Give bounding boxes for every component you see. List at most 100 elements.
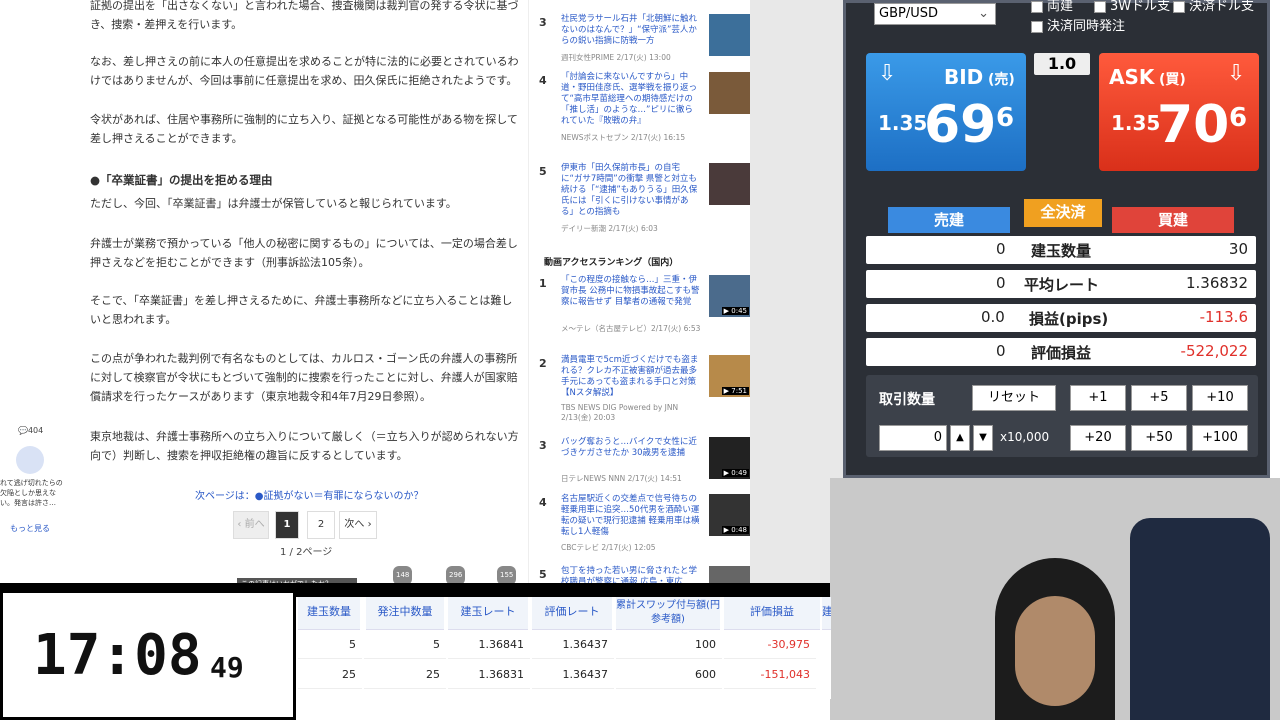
ask-main: 70 bbox=[1157, 95, 1230, 155]
ask-button[interactable]: ASK (買) ⇩ 1.35 70 6 bbox=[1099, 53, 1259, 171]
stat-left: 0 bbox=[996, 342, 1006, 360]
rank-number: 4 bbox=[539, 496, 547, 509]
thumbnail bbox=[709, 72, 750, 114]
plus-50-button[interactable]: +50 bbox=[1131, 425, 1187, 451]
bid-side: (売) bbox=[988, 72, 1015, 88]
rank-title[interactable]: 「討論会に来ないんですから」中道・野田佳彦氏、選挙戦を振り返って“高市早苗総理へ… bbox=[561, 72, 701, 127]
rank-number: 1 bbox=[539, 277, 547, 290]
video-thumbnail[interactable]: ▶ 7:51 bbox=[709, 355, 750, 397]
paragraph: 証拠の提出を「出さなくない」と言われた場合、捜査機関は裁判官の発する令状に基づき… bbox=[90, 0, 519, 31]
rank-title[interactable]: 名古屋駅近くの交差点で信号待ちの軽乗用車に追突…50代男を酒酔い運転の疑いで現行… bbox=[561, 494, 701, 538]
rank-title[interactable]: 「この程度の接触なら…」三重・伊賀市長 公務中に物損事故起こすも警察に報告せず … bbox=[561, 275, 701, 308]
rank-number: 4 bbox=[539, 74, 547, 87]
tab-sell-open[interactable]: 売建 bbox=[888, 207, 1010, 233]
clock-hm: 17:08 bbox=[33, 623, 202, 688]
rank-source: デイリー新潮 2/17(火) 6:03 bbox=[561, 224, 658, 233]
ranking-item[interactable]: 4 「討論会に来ないんですから」中道・野田佳彦氏、選挙戦を振り返って“高市早苗総… bbox=[539, 72, 750, 156]
next-page-link[interactable]: 次ページは：●証拠がない＝有罪にならないのか？ bbox=[195, 487, 424, 506]
table-cell: 25 bbox=[298, 661, 362, 689]
spread-value: 1.0 bbox=[1034, 53, 1090, 75]
rank-title[interactable]: 伊東市「田久保前市長」の自宅に“ガサ7時間”の衝撃 県警と対立も続ける「“逮捕”… bbox=[561, 163, 701, 218]
paragraph: ただし、今回、「卒業証書」は弁護士が保管していると報じられています。 bbox=[90, 197, 457, 210]
rank-source: 週刊女性PRIME 2/17(火) 13:00 bbox=[561, 53, 671, 62]
paragraph: なお、差し押さえの前に本人の任意提出を求めることが特に法的に必要とされているわけ… bbox=[90, 55, 519, 87]
close-all-button[interactable]: 全決済 bbox=[1024, 199, 1102, 227]
plus-10-button[interactable]: +10 bbox=[1192, 385, 1248, 411]
prev-button[interactable]: ‹ 前へ bbox=[233, 511, 269, 539]
page-2-button[interactable]: 2 bbox=[307, 511, 335, 539]
checkbox-label: 3Wドル支 bbox=[1110, 0, 1171, 14]
arrow-down-icon: ⇩ bbox=[878, 61, 897, 86]
currency-select[interactable]: GBP/USD ⌄ bbox=[874, 3, 996, 25]
video-ranking-item[interactable]: 1 「この程度の接触なら…」三重・伊賀市長 公務中に物損事故起こすも警察に報告せ… bbox=[539, 275, 750, 345]
plus-20-button[interactable]: +20 bbox=[1070, 425, 1126, 451]
stat-row-pnl: 0 評価損益 -522,022 bbox=[866, 338, 1256, 366]
reset-button[interactable]: リセット bbox=[972, 385, 1056, 411]
table-cell: 1.36437 bbox=[532, 661, 614, 689]
stat-left: 0 bbox=[996, 240, 1006, 258]
ranking-item[interactable]: 5 伊東市「田久保前市長」の自宅に“ガサ7時間”の衝撃 県警と対立も続ける「“逮… bbox=[539, 163, 750, 235]
stat-right: 1.36832 bbox=[1185, 274, 1248, 292]
col-header: 建玉数量 bbox=[298, 597, 360, 630]
trading-panel: GBP/USD ⌄ 両建 3Wドル支 決済ドル支 決済同時発注 ⇩ BID (売)… bbox=[843, 0, 1270, 478]
table-cell: 1.36831 bbox=[448, 661, 530, 689]
currency-value: GBP/USD bbox=[879, 6, 938, 21]
checkbox-label: 決済ドル支 bbox=[1189, 0, 1255, 14]
rank-source: メ～テレ（名古屋テレビ）2/17(火) 6:53 bbox=[561, 324, 701, 333]
stat-row-pips: 0.0 損益(pips) -113.6 bbox=[866, 304, 1256, 332]
qty-input[interactable]: 0 bbox=[879, 425, 947, 451]
rank-source: TBS NEWS DIG Powered by JNN 2/13(金) 20:0… bbox=[561, 403, 679, 422]
stat-row-position-qty: 0 建玉数量 30 bbox=[866, 236, 1256, 264]
paragraph: そこで、「卒業証書」を差し押さえるために、弁護士事務所などに立ち入ることは難しい… bbox=[90, 294, 513, 326]
increment-icon[interactable]: ▲ bbox=[950, 425, 970, 451]
more-link[interactable]: もっと見る bbox=[10, 523, 50, 534]
tab-buy-open[interactable]: 買建 bbox=[1112, 207, 1234, 233]
decrement-icon[interactable]: ▼ bbox=[973, 425, 993, 451]
checkbox-3w[interactable]: 3Wドル支 bbox=[1094, 0, 1170, 14]
video-thumbnail[interactable]: ▶ 0:48 bbox=[709, 494, 750, 536]
rank-title[interactable]: バッグ奪おうと…バイクで女性に近づきケガさせたか 30歳男を逮捕 bbox=[561, 437, 701, 459]
checkbox-label: 決済同時発注 bbox=[1047, 19, 1126, 34]
checkbox-hedge[interactable]: 両建 bbox=[1031, 0, 1073, 14]
duration: ▶ 7:51 bbox=[721, 387, 749, 395]
comment-count-value: 404 bbox=[27, 426, 44, 435]
paragraph: 東京地裁は、弁護士事務所への立ち入りについて厳しく（＝立ち入りが認められない方向… bbox=[90, 430, 519, 462]
avatar bbox=[16, 446, 44, 474]
table-cell: 1.36841 bbox=[448, 631, 530, 659]
stat-right: -522,022 bbox=[1180, 342, 1248, 360]
rank-title[interactable]: 満員電車で5cm近づくだけでも盗まれる？クレカ不正被害額が過去最多 手元にあって… bbox=[561, 355, 701, 399]
checkbox-settle-ccy[interactable]: 決済ドル支 bbox=[1173, 0, 1254, 14]
ask-label: ASK bbox=[1109, 65, 1155, 89]
ask-sup: 6 bbox=[1229, 103, 1248, 133]
plus-1-button[interactable]: +1 bbox=[1070, 385, 1126, 411]
page-1-button[interactable]: 1 bbox=[275, 511, 299, 539]
video-ranking-item[interactable]: 3 バッグ奪おうと…バイクで女性に近づきケガさせたか 30歳男を逮捕 日テレNE… bbox=[539, 437, 750, 487]
stat-label: 損益(pips) bbox=[1029, 310, 1109, 328]
face-shape bbox=[1015, 596, 1095, 706]
stat-label: 評価損益 bbox=[1031, 344, 1092, 362]
thumbnail bbox=[709, 163, 750, 205]
col-header: 建 bbox=[822, 597, 831, 630]
clock-overlay: 17:08 49 bbox=[0, 590, 296, 720]
thumbnail bbox=[709, 14, 750, 56]
bid-prefix: 1.35 bbox=[878, 111, 928, 135]
video-thumbnail[interactable]: ▶ 0:45 bbox=[709, 275, 750, 317]
comment-count[interactable]: 💬404 bbox=[18, 426, 43, 435]
table-cell: -151,043 bbox=[724, 661, 816, 689]
video-ranking-item[interactable]: 2 満員電車で5cm近づくだけでも盗まれる？クレカ不正被害額が過去最多 手元にあ… bbox=[539, 355, 750, 425]
stat-label: 建玉数量 bbox=[1031, 242, 1092, 260]
plus-5-button[interactable]: +5 bbox=[1131, 385, 1187, 411]
stat-label: 平均レート bbox=[1024, 276, 1100, 294]
plus-100-button[interactable]: +100 bbox=[1192, 425, 1248, 451]
video-ranking-item[interactable]: 4 名古屋駅近くの交差点で信号待ちの軽乗用車に追突…50代男を酒酔い運転の疑いで… bbox=[539, 494, 750, 556]
ranking-item[interactable]: 3 社民党ラサール石井「北朝鮮に触れないのはなんで？」“保守派”芸人からの鋭い指… bbox=[539, 14, 750, 66]
bid-button[interactable]: ⇩ BID (売) 1.35 69 6 bbox=[866, 53, 1026, 171]
next-button[interactable]: 次へ › bbox=[339, 511, 377, 539]
col-header: 評価レート bbox=[532, 597, 612, 630]
col-header: 発注中数量 bbox=[366, 597, 444, 630]
checkbox-simul-order[interactable]: 決済同時発注 bbox=[1031, 15, 1125, 34]
paragraph: 弁護士が業務で預かっている「他人の秘密に関するもの」については、一定の場合差し押… bbox=[90, 237, 518, 269]
video-thumbnail[interactable]: ▶ 0:49 bbox=[709, 437, 750, 479]
rank-title[interactable]: 社民党ラサール石井「北朝鮮に触れないのはなんで？」“保守派”芸人からの鋭い指摘に… bbox=[561, 14, 701, 47]
checkbox-label: 両建 bbox=[1047, 0, 1074, 14]
